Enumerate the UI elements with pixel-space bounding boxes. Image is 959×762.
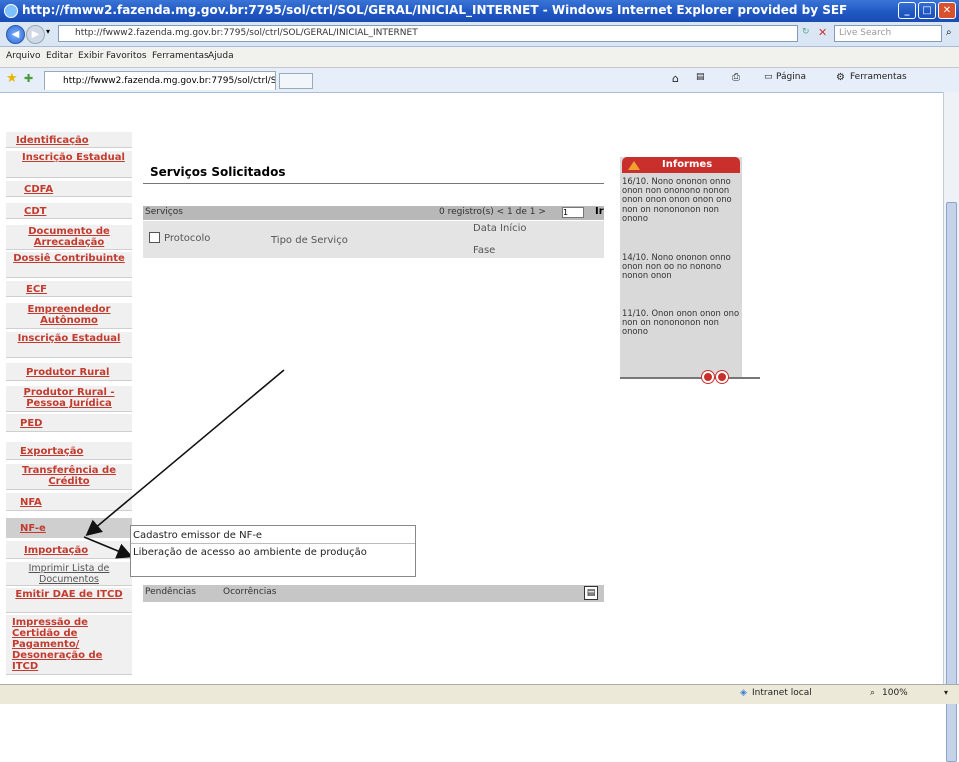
zoom-dropdown-icon[interactable]: ▾ xyxy=(944,688,948,697)
tab-pendencias[interactable]: Pendências xyxy=(145,587,196,597)
nf-e-submenu: Cadastro emissor de NF-e Liberação de ac… xyxy=(130,525,416,577)
document-icon[interactable]: ▤ xyxy=(584,586,598,600)
vertical-scrollbar[interactable] xyxy=(943,92,959,762)
status-bar: ◈ Intranet local ⌕ 100% ▾ xyxy=(0,684,959,704)
bottom-tabs-bar: Pendências Ocorrências ▤ xyxy=(143,585,604,602)
zoom-icon: ⌕ xyxy=(870,688,876,698)
submenu-liberacao-acesso[interactable]: Liberação de acesso ao ambiente de produ… xyxy=(133,547,411,558)
arrow-to-liberacao xyxy=(83,536,133,559)
submenu-divider xyxy=(131,543,415,544)
zoom-level[interactable]: 100% xyxy=(882,688,908,698)
intranet-icon: ◈ xyxy=(740,688,747,698)
submenu-cadastro-emissor[interactable]: Cadastro emissor de NF-e xyxy=(133,530,411,541)
tab-ocorrencias[interactable]: Ocorrências xyxy=(223,587,276,597)
security-zone: Intranet local xyxy=(752,688,812,698)
scrollbar-thumb[interactable] xyxy=(946,202,957,762)
arrow-to-nf-e xyxy=(85,369,285,537)
